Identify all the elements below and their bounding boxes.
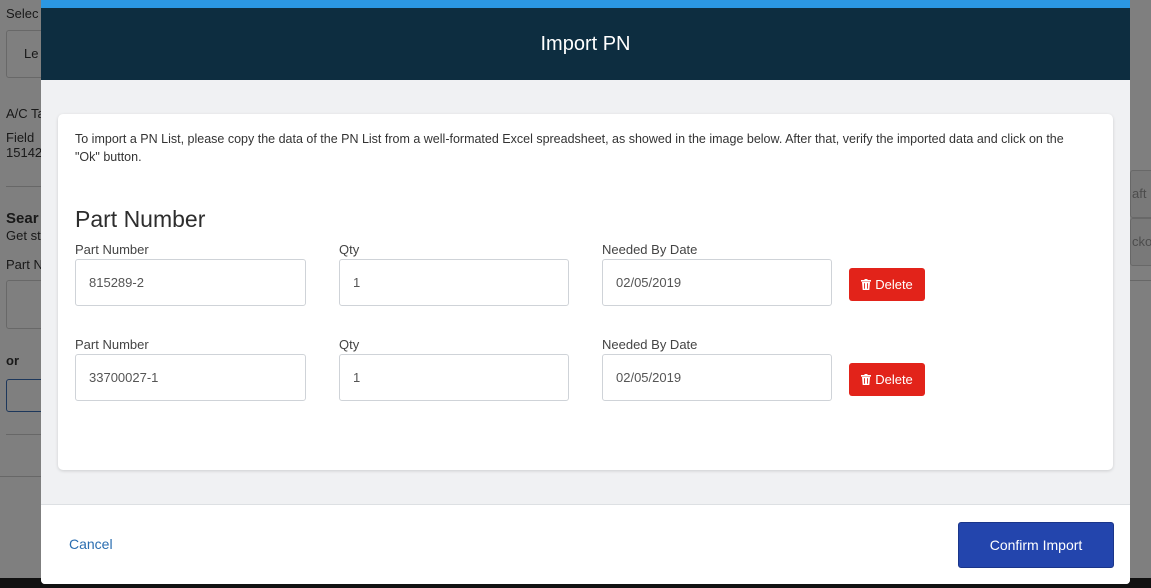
part-number-input[interactable] <box>75 354 306 401</box>
modal-accent-bar <box>41 0 1130 8</box>
trash-icon <box>861 279 872 290</box>
needed-by-date-label: Needed By Date <box>602 242 698 257</box>
delete-label: Delete <box>875 372 913 387</box>
qty-label: Qty <box>339 242 360 257</box>
part-number-label: Part Number <box>75 242 149 257</box>
pn-row: Part Number Qty Needed By Date Delete <box>58 337 1113 417</box>
instructions-text: To import a PN List, please copy the dat… <box>75 132 1064 164</box>
trash-icon <box>861 374 872 385</box>
qty-input[interactable] <box>339 354 569 401</box>
pn-row: Part Number Qty Needed By Date Delete <box>58 242 1113 322</box>
qty-label: Qty <box>339 337 360 352</box>
modal-footer: Cancel Confirm Import <box>41 505 1130 584</box>
delete-row-button[interactable]: Delete <box>849 268 925 301</box>
import-pn-modal: Import PN To import a PN List, please co… <box>41 0 1130 584</box>
part-number-input[interactable] <box>75 259 306 306</box>
modal-title: Import PN <box>540 32 631 55</box>
cancel-link[interactable]: Cancel <box>69 536 113 552</box>
qty-input[interactable] <box>339 259 569 306</box>
delete-row-button[interactable]: Delete <box>849 363 925 396</box>
needed-by-date-label: Needed By Date <box>602 337 698 352</box>
delete-label: Delete <box>875 277 913 292</box>
needed-by-date-input[interactable] <box>602 259 832 306</box>
modal-header: Import PN <box>41 8 1130 80</box>
needed-by-date-input[interactable] <box>602 354 832 401</box>
part-number-label: Part Number <box>75 337 149 352</box>
section-title: Part Number <box>75 206 206 232</box>
confirm-import-button[interactable]: Confirm Import <box>958 522 1114 568</box>
import-card: To import a PN List, please copy the dat… <box>58 114 1113 470</box>
